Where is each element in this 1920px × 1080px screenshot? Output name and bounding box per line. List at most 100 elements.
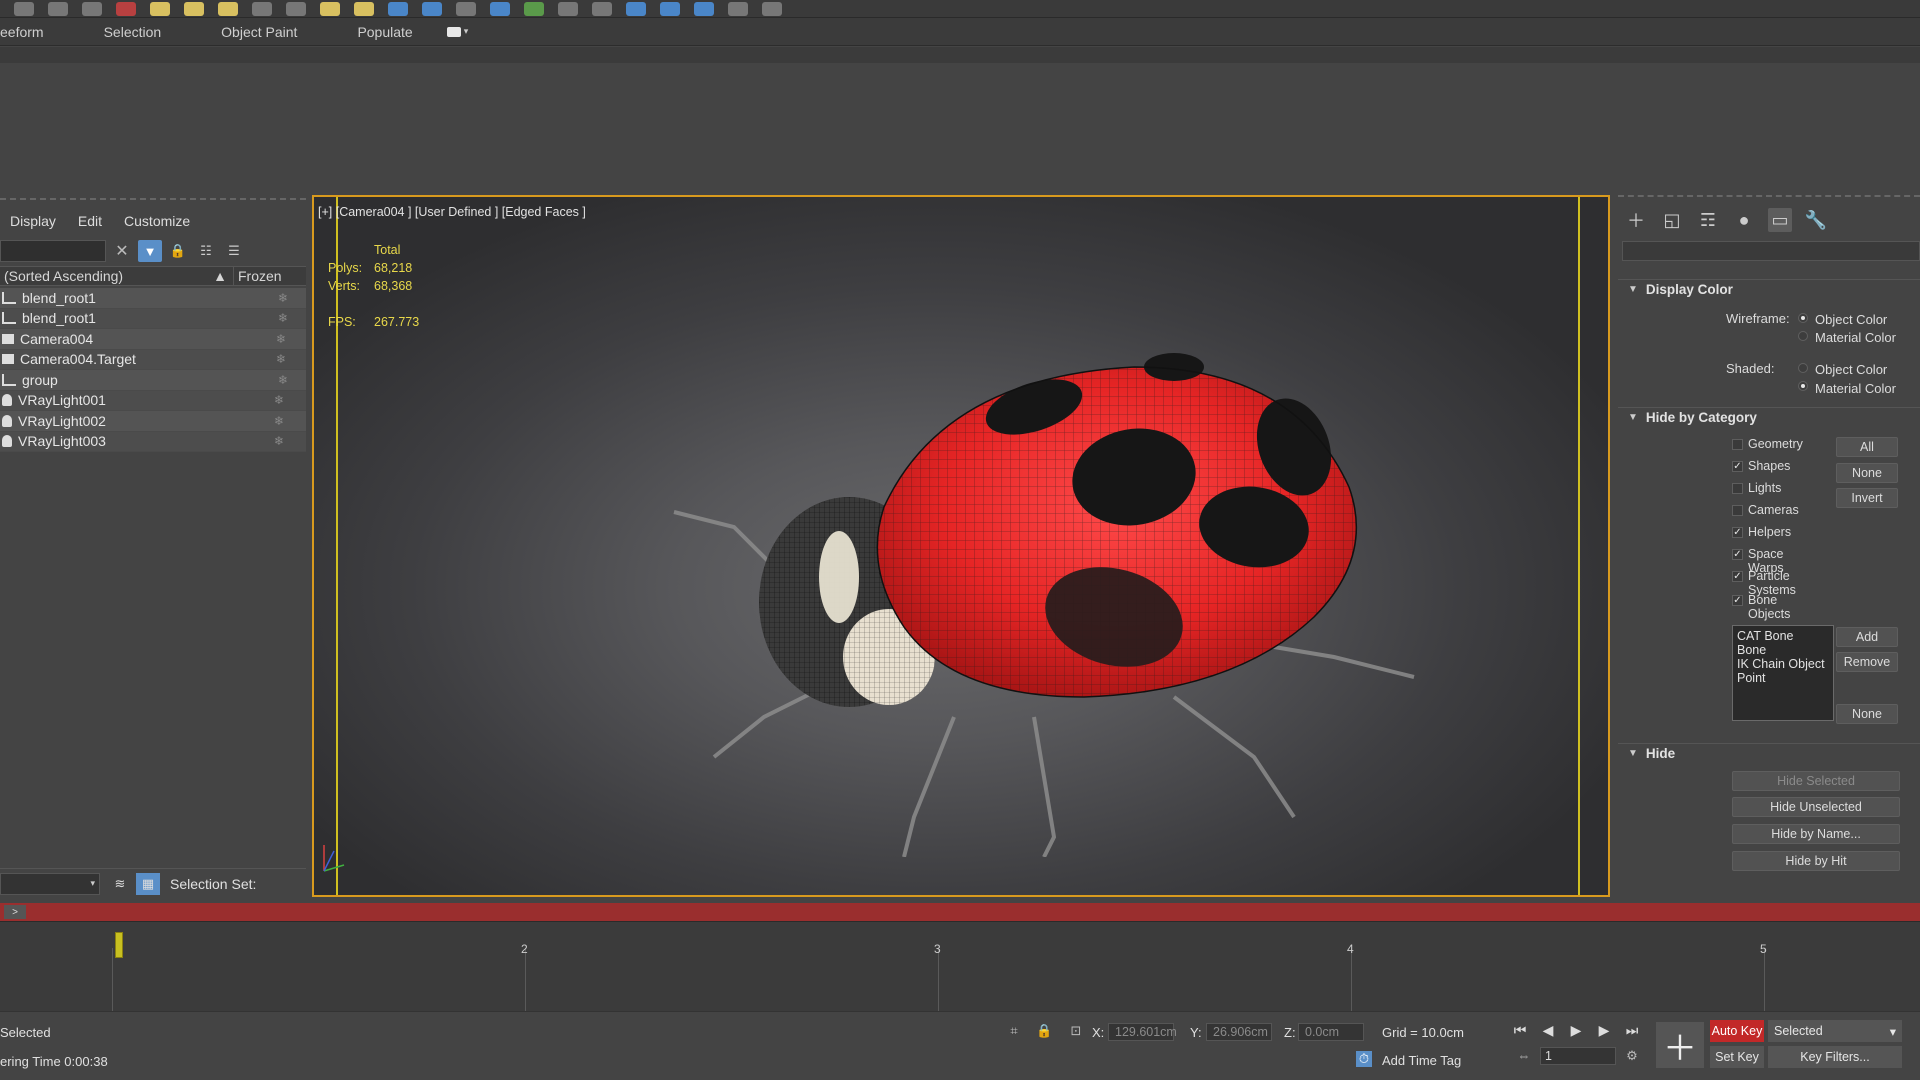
tab-selection[interactable]: Selection xyxy=(74,24,192,40)
toolbar-icon[interactable] xyxy=(286,1,306,16)
hierarchy-tab-icon[interactable]: ☶ xyxy=(1696,208,1720,232)
explorer-row[interactable]: VRayLight002 ❄ xyxy=(0,411,306,432)
time-tag-icon[interactable]: ⏱ xyxy=(1356,1051,1372,1067)
explorer-row[interactable]: Camera004.Target ❄ xyxy=(0,349,306,370)
search-input[interactable] xyxy=(0,240,106,262)
go-to-start-icon[interactable]: ⏮ xyxy=(1510,1021,1530,1039)
hide-selected-button[interactable]: Hide Selected xyxy=(1732,771,1900,791)
sun-icon[interactable] xyxy=(320,1,340,16)
category-checkbox[interactable] xyxy=(1732,439,1743,450)
hide-none-button[interactable]: None xyxy=(1836,463,1898,483)
object-name-field[interactable] xyxy=(1622,241,1920,261)
toolbar-icon[interactable] xyxy=(524,1,544,16)
explorer-row[interactable]: group ❄ xyxy=(0,370,306,391)
toolbar-icon[interactable] xyxy=(218,1,238,16)
toolbar-icon[interactable] xyxy=(150,1,170,16)
explorer-row[interactable]: Camera004 ❄ xyxy=(0,329,306,350)
category-checkbox[interactable] xyxy=(1732,483,1743,494)
z-coord-field[interactable]: 0.0cm xyxy=(1298,1023,1364,1041)
toolbar-icon[interactable] xyxy=(660,1,680,16)
go-to-end-icon[interactable]: ⏭ xyxy=(1622,1021,1642,1039)
wireframe-material-color-radio[interactable] xyxy=(1798,331,1808,341)
toolbar-icon[interactable] xyxy=(626,1,646,16)
key-selection-dropdown[interactable]: Selected ▾ xyxy=(1768,1020,1902,1042)
motion-tab-icon[interactable]: ● xyxy=(1732,208,1756,232)
bone-list-item[interactable]: IK Chain Object xyxy=(1737,657,1829,671)
hide-all-button[interactable]: All xyxy=(1836,437,1898,457)
clear-search-icon[interactable]: ✕ xyxy=(110,241,134,261)
next-frame-icon[interactable]: ▶ xyxy=(1594,1021,1614,1039)
category-checkbox[interactable]: ✓ xyxy=(1732,461,1743,472)
toolbar-icon[interactable] xyxy=(388,1,408,16)
tab-object-paint[interactable]: Object Paint xyxy=(191,24,327,40)
toolbar-icon[interactable] xyxy=(694,1,714,16)
hide-unselected-button[interactable]: Hide Unselected xyxy=(1732,797,1900,817)
help-icon[interactable] xyxy=(762,1,782,16)
bone-list-item[interactable]: CAT Bone xyxy=(1737,629,1829,643)
hide-invert-button[interactable]: Invert xyxy=(1836,488,1898,508)
toolbar-icon[interactable] xyxy=(456,1,476,16)
set-key-button[interactable]: Set Key xyxy=(1710,1046,1764,1068)
hierarchy-mode-icon[interactable]: ▦ xyxy=(136,872,160,895)
track-bar[interactable]: 2 3 4 5 xyxy=(0,921,1920,1012)
category-checkbox[interactable]: ✓ xyxy=(1732,527,1743,538)
frozen-icon[interactable]: ❄ xyxy=(268,311,298,325)
frozen-icon[interactable]: ❄ xyxy=(268,291,298,305)
tab-populate[interactable]: Populate xyxy=(327,24,442,40)
hierarchy-icon[interactable]: ☷ xyxy=(194,240,218,262)
rollout-display-color[interactable]: ▼ Display Color xyxy=(1618,279,1920,299)
menu-edit[interactable]: Edit xyxy=(78,213,102,229)
ribbon-options-dropdown[interactable]: ▾ xyxy=(446,25,477,39)
category-checkbox[interactable] xyxy=(1732,505,1743,516)
utilities-tab-icon[interactable]: 🔧 xyxy=(1804,208,1828,232)
category-checkbox[interactable]: ✓ xyxy=(1732,595,1743,606)
frozen-icon[interactable]: ❄ xyxy=(268,373,298,387)
explorer-row[interactable]: VRayLight001 ❄ xyxy=(0,390,306,411)
toolbar-icon[interactable] xyxy=(116,1,136,16)
filter-icon[interactable]: ▼ xyxy=(138,240,162,262)
toolbar-icon[interactable] xyxy=(252,1,272,16)
viewport-label[interactable]: [+] [Camera004 ] [User Defined ] [Edged … xyxy=(318,205,586,219)
display-tab-icon[interactable]: ▭ xyxy=(1768,208,1792,232)
category-checkbox[interactable]: ✓ xyxy=(1732,571,1743,582)
rollout-hide-by-category[interactable]: ▼ Hide by Category xyxy=(1618,407,1920,427)
list-remove-button[interactable]: Remove xyxy=(1836,652,1898,672)
frozen-icon[interactable]: ❄ xyxy=(264,434,294,448)
create-tab-icon[interactable]: ＋ xyxy=(1624,208,1648,232)
isolate-selection-icon[interactable]: ⌗ xyxy=(1006,1023,1022,1039)
toolbar-icon[interactable] xyxy=(558,1,578,16)
play-icon[interactable]: ▶ xyxy=(1566,1021,1586,1039)
toolbar-icon[interactable] xyxy=(422,1,442,16)
toolbar-icon[interactable] xyxy=(82,1,102,16)
column-name[interactable]: (Sorted Ascending) ▲ xyxy=(0,268,233,284)
layer-view-icon[interactable]: ☰ xyxy=(222,240,246,262)
explorer-row[interactable]: VRayLight003 ❄ xyxy=(0,431,306,452)
tab-freeform[interactable]: eeform xyxy=(0,24,74,40)
layer-dropdown[interactable]: ▾ xyxy=(0,872,100,895)
hide-by-hit-button[interactable]: Hide by Hit xyxy=(1732,851,1900,871)
camera-viewport[interactable]: [+] [Camera004 ] [User Defined ] [Edged … xyxy=(312,195,1610,897)
shaded-object-color-radio[interactable] xyxy=(1798,363,1808,373)
modify-tab-icon[interactable]: ◱ xyxy=(1660,208,1684,232)
frozen-icon[interactable]: ❄ xyxy=(264,414,294,428)
bone-list-item[interactable]: Point xyxy=(1737,671,1829,685)
shaded-material-color-radio[interactable] xyxy=(1798,381,1808,391)
time-slider[interactable]: > xyxy=(0,903,1920,921)
time-slider-next-button[interactable]: > xyxy=(4,905,26,919)
menu-display[interactable]: Display xyxy=(10,213,56,229)
previous-frame-icon[interactable]: ◀ xyxy=(1538,1021,1558,1039)
toolbar-icon[interactable] xyxy=(14,1,34,16)
set-key-icon[interactable]: ＋ xyxy=(1656,1022,1704,1068)
absolute-mode-icon[interactable]: ⊡ xyxy=(1068,1023,1084,1039)
layers-icon[interactable]: ≋ xyxy=(108,873,132,895)
toolbar-icon[interactable] xyxy=(354,1,374,16)
explorer-row[interactable]: blend_root1 ❄ xyxy=(0,288,306,309)
y-coord-field[interactable]: 26.906cm xyxy=(1206,1023,1272,1041)
frozen-icon[interactable]: ❄ xyxy=(266,352,296,366)
list-none-button[interactable]: None xyxy=(1836,704,1898,724)
toolbar-icon[interactable] xyxy=(490,1,510,16)
key-filters-button[interactable]: Key Filters... xyxy=(1768,1046,1902,1068)
wireframe-object-color-radio[interactable] xyxy=(1798,313,1808,323)
category-checkbox[interactable]: ✓ xyxy=(1732,549,1743,560)
bone-list-item[interactable]: Bone xyxy=(1737,643,1829,657)
